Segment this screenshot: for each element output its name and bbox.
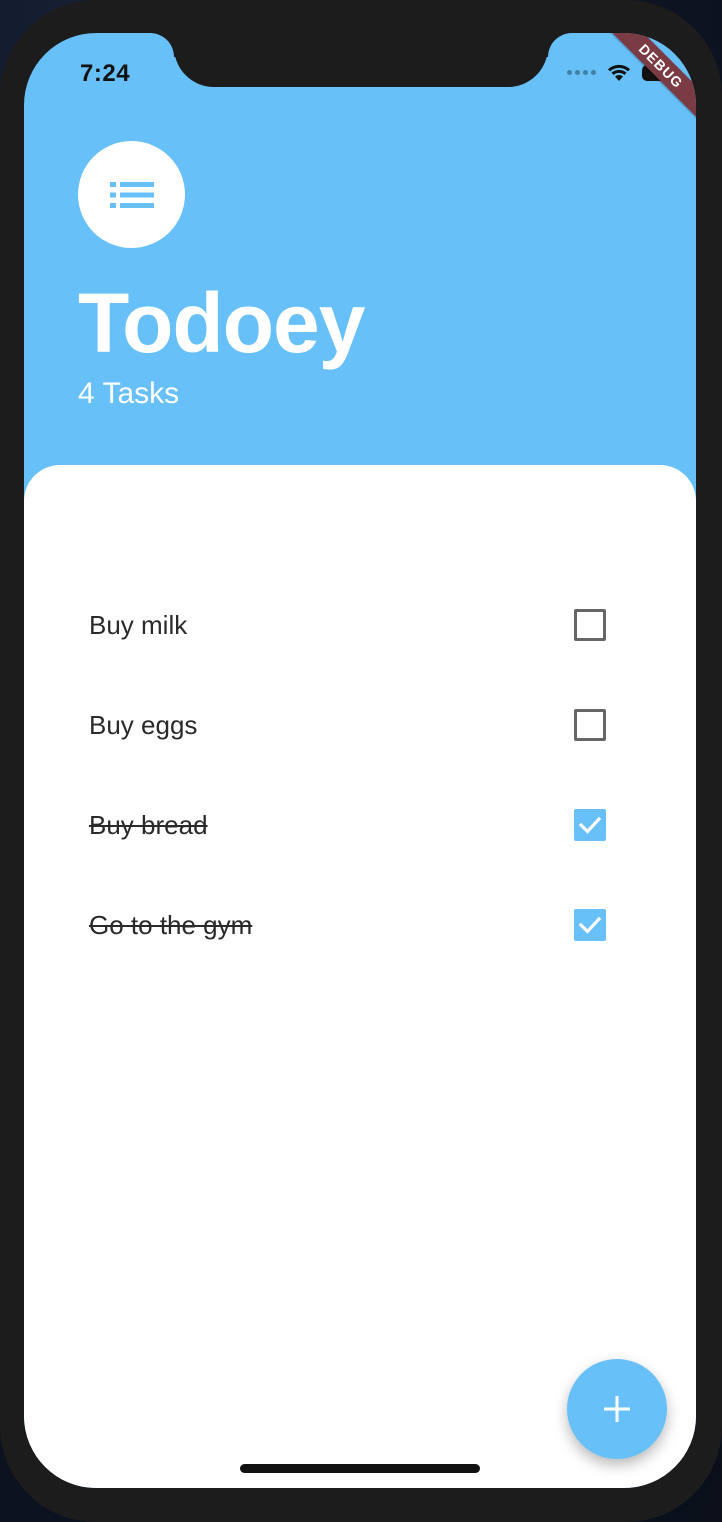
app-title: Todoey <box>78 276 365 370</box>
task-title: Buy eggs <box>89 709 198 740</box>
task-title: Buy milk <box>89 609 188 640</box>
check-icon <box>578 916 602 934</box>
task-count: 4 Tasks <box>78 377 180 410</box>
cellular-dots-icon <box>567 70 596 75</box>
add-icon <box>604 1396 630 1422</box>
device-frame: Todoey 4 Tasks Buy milk Buy eggs Buy bre… <box>0 0 722 1522</box>
task-list: Buy milk Buy eggs Buy bread Go to the gy… <box>24 575 696 975</box>
task-checkbox[interactable] <box>574 909 606 941</box>
app-screen: Todoey 4 Tasks Buy milk Buy eggs Buy bre… <box>24 33 696 1488</box>
task-checkbox[interactable] <box>574 809 606 841</box>
task-item[interactable]: Buy bread <box>24 775 696 875</box>
task-item[interactable]: Go to the gym <box>24 875 696 975</box>
app-header: Todoey 4 Tasks <box>24 33 696 493</box>
check-icon <box>578 816 602 834</box>
task-list-card: Buy milk Buy eggs Buy bread Go to the gy… <box>24 465 696 1488</box>
list-icon <box>109 181 154 208</box>
add-task-button[interactable] <box>567 1359 667 1459</box>
task-checkbox[interactable] <box>574 709 606 741</box>
task-item[interactable]: Buy eggs <box>24 675 696 775</box>
task-checkbox[interactable] <box>574 609 606 641</box>
device-notch <box>174 33 548 87</box>
wifi-icon <box>608 64 630 81</box>
task-item[interactable]: Buy milk <box>24 575 696 675</box>
task-title: Go to the gym <box>89 909 253 940</box>
logo-avatar <box>78 141 185 248</box>
task-title: Buy bread <box>89 809 208 840</box>
status-time: 7:24 <box>80 60 131 87</box>
home-indicator[interactable] <box>240 1464 480 1473</box>
